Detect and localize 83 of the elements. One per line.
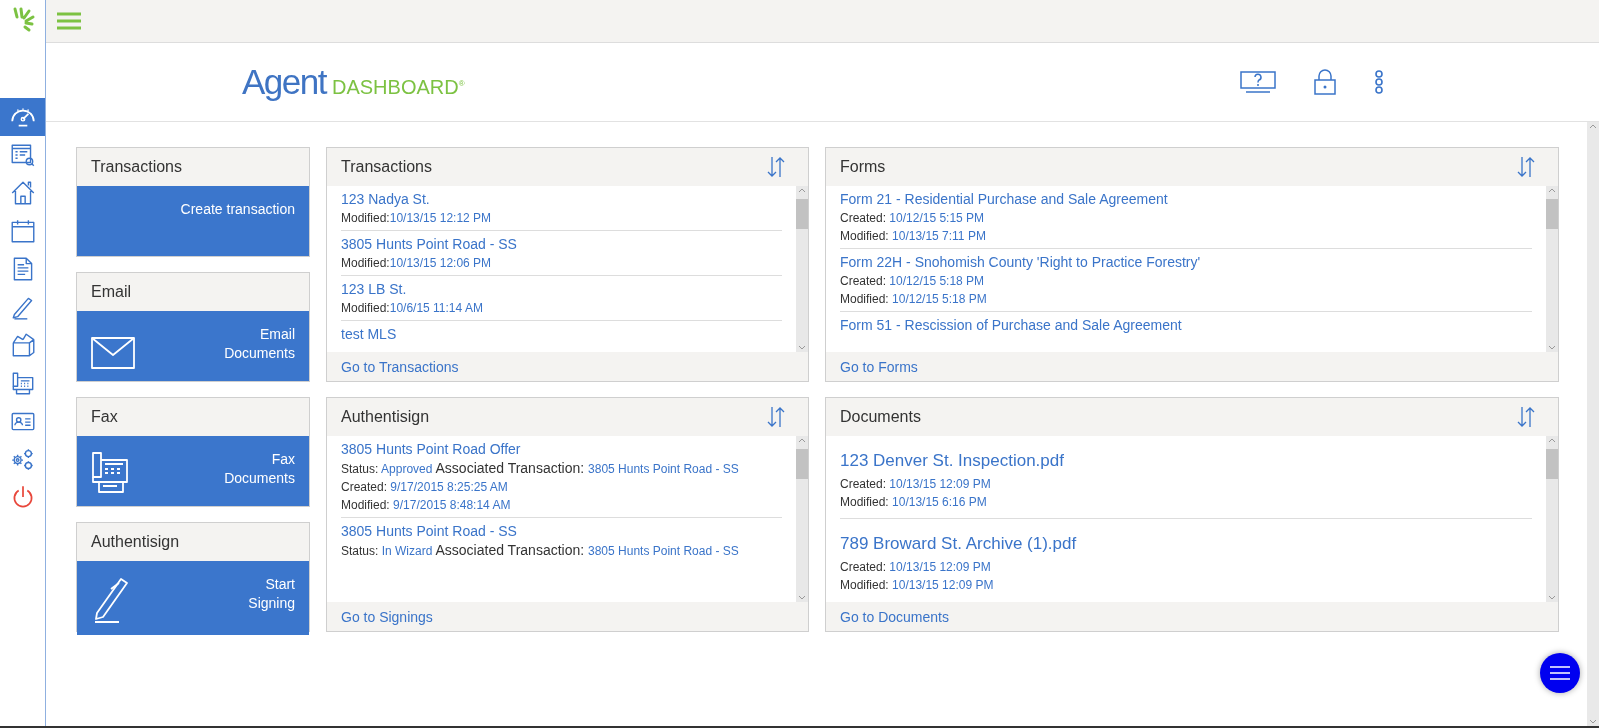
scroll-down-icon[interactable] xyxy=(1589,719,1597,724)
item-title-link[interactable]: test MLS xyxy=(341,325,397,343)
item-detail-line: Modified:10/6/15 11:14 AM xyxy=(341,301,484,316)
list-scrollbar[interactable] xyxy=(1546,186,1558,352)
sort-button[interactable] xyxy=(1516,156,1536,178)
sort-button[interactable] xyxy=(766,406,786,428)
sort-arrows-icon xyxy=(1516,406,1536,428)
panel-title: Transactions xyxy=(341,158,432,176)
action-tile[interactable]: Email Documents xyxy=(77,311,309,381)
card-title: Fax xyxy=(77,398,309,436)
nav-item[interactable] xyxy=(0,98,45,136)
card-title: Email xyxy=(77,273,309,311)
footer-link[interactable]: Go to Signings xyxy=(341,608,433,625)
scroll-up-icon[interactable] xyxy=(798,438,806,443)
list-scrollbar[interactable] xyxy=(796,436,808,602)
monitor-question-icon xyxy=(1240,71,1276,93)
menu-icon[interactable] xyxy=(56,12,82,30)
item-detail-line: Modified:10/13/15 12:12 PM xyxy=(341,211,493,226)
scroll-down-icon[interactable] xyxy=(798,345,806,350)
lock-button[interactable] xyxy=(1314,69,1336,95)
item-detail-line: Created: 9/17/2015 8:25:25 AM xyxy=(341,480,509,495)
item-title-link[interactable]: 3805 Hunts Point Road Offer xyxy=(341,440,521,458)
sort-arrows-icon xyxy=(766,156,786,178)
menu-icon xyxy=(1550,666,1570,680)
sort-arrows-icon xyxy=(766,406,786,428)
action-tile[interactable]: Create transaction xyxy=(77,186,309,256)
scroll-up-icon[interactable] xyxy=(1548,438,1556,443)
item-title-link[interactable]: 789 Broward St. Archive (1).pdf xyxy=(840,531,1077,557)
panel-title: Authentisign xyxy=(341,408,430,426)
item-detail-line: Created: 10/13/15 12:09 PM xyxy=(840,560,992,575)
footer-link[interactable]: Go to Transactions xyxy=(341,358,459,375)
panel-title: Documents xyxy=(840,408,921,426)
item-detail-line: Created: 10/13/15 12:09 PM xyxy=(840,477,992,492)
scroll-thumb[interactable] xyxy=(1546,199,1558,229)
item-detail-line: Status: Approved Associated Transaction: 3805 Hunts Point Road - SS xyxy=(341,461,740,477)
card-title: Authentisign xyxy=(77,523,309,561)
scroll-thumb[interactable] xyxy=(1546,449,1558,479)
lock-icon xyxy=(1314,69,1336,95)
card-title: Transactions xyxy=(77,148,309,186)
panel-title: Forms xyxy=(840,158,886,176)
item-detail-line: Modified: 9/17/2015 8:48:14 AM xyxy=(341,498,512,513)
brand-product-name: DASHBOARD$^{®}$ xyxy=(331,76,465,99)
item-detail-line: Created: 10/12/15 5:15 PM xyxy=(840,211,986,226)
list-scrollbar[interactable] xyxy=(796,186,808,352)
sort-button[interactable] xyxy=(766,156,786,178)
scroll-down-icon[interactable] xyxy=(1548,595,1556,600)
item-title-link[interactable]: 3805 Hunts Point Road - SS xyxy=(341,522,517,540)
item-title-link[interactable]: Form 21 - Residential Purchase and Sale Agreement xyxy=(840,190,1168,208)
item-detail-line: Modified: 10/13/15 6:16 PM xyxy=(840,495,988,510)
scroll-up-icon[interactable] xyxy=(1589,124,1597,129)
item-title-link[interactable]: 3805 Hunts Point Road - SS xyxy=(341,235,517,253)
item-detail-line: Modified: 10/13/15 12:09 PM xyxy=(840,578,995,593)
scroll-thumb[interactable] xyxy=(796,449,808,479)
item-detail-line: Modified: 10/13/15 7:11 PM xyxy=(840,229,987,244)
sort-button[interactable] xyxy=(1516,406,1536,428)
item-title-link[interactable]: 123 Denver St. Inspection.pdf xyxy=(840,448,1064,474)
scroll-down-icon[interactable] xyxy=(798,595,806,600)
item-detail-line: Modified:10/13/15 12:06 PM xyxy=(341,256,493,271)
more-options-button[interactable] xyxy=(1374,70,1384,94)
list-scrollbar[interactable] xyxy=(1546,436,1558,602)
item-title-link[interactable]: Form 51 - Rescission of Purchase and Sale Agreement xyxy=(840,316,1182,334)
footer-link[interactable]: Go to Forms xyxy=(840,358,918,375)
action-tile[interactable]: Start Signing xyxy=(77,561,309,635)
item-detail-line: Modified: 10/12/15 5:18 PM xyxy=(840,292,988,307)
item-title-link[interactable]: 123 Nadya St. xyxy=(341,190,430,208)
sort-arrows-icon xyxy=(1516,156,1536,178)
scroll-thumb[interactable] xyxy=(796,199,808,229)
help-button[interactable] xyxy=(1240,71,1276,93)
envelope-icon xyxy=(91,337,135,369)
scroll-up-icon[interactable] xyxy=(798,188,806,193)
fax-icon xyxy=(91,452,129,494)
action-tile[interactable]: Fax Documents xyxy=(77,436,309,506)
floating-menu-button[interactable] xyxy=(1540,653,1580,693)
vertical-dots-icon xyxy=(1374,70,1384,94)
footer-link[interactable]: Go to Documents xyxy=(840,608,949,625)
item-detail-line: Created: 10/12/15 5:18 PM xyxy=(840,274,986,289)
item-title-link[interactable]: Form 22H - Snohomish County 'Right to Practice Forestry' xyxy=(840,253,1201,271)
scroll-down-icon[interactable] xyxy=(1548,345,1556,350)
brand-wordmark: Agent xyxy=(242,62,326,102)
page-scrollbar[interactable] xyxy=(1587,122,1599,726)
scroll-up-icon[interactable] xyxy=(1548,188,1556,193)
item-detail-line: Status: In Wizard Associated Transaction: 3805 Hunts Point Road - SS xyxy=(341,543,740,559)
item-title-link[interactable]: 123 LB St. xyxy=(341,280,407,298)
